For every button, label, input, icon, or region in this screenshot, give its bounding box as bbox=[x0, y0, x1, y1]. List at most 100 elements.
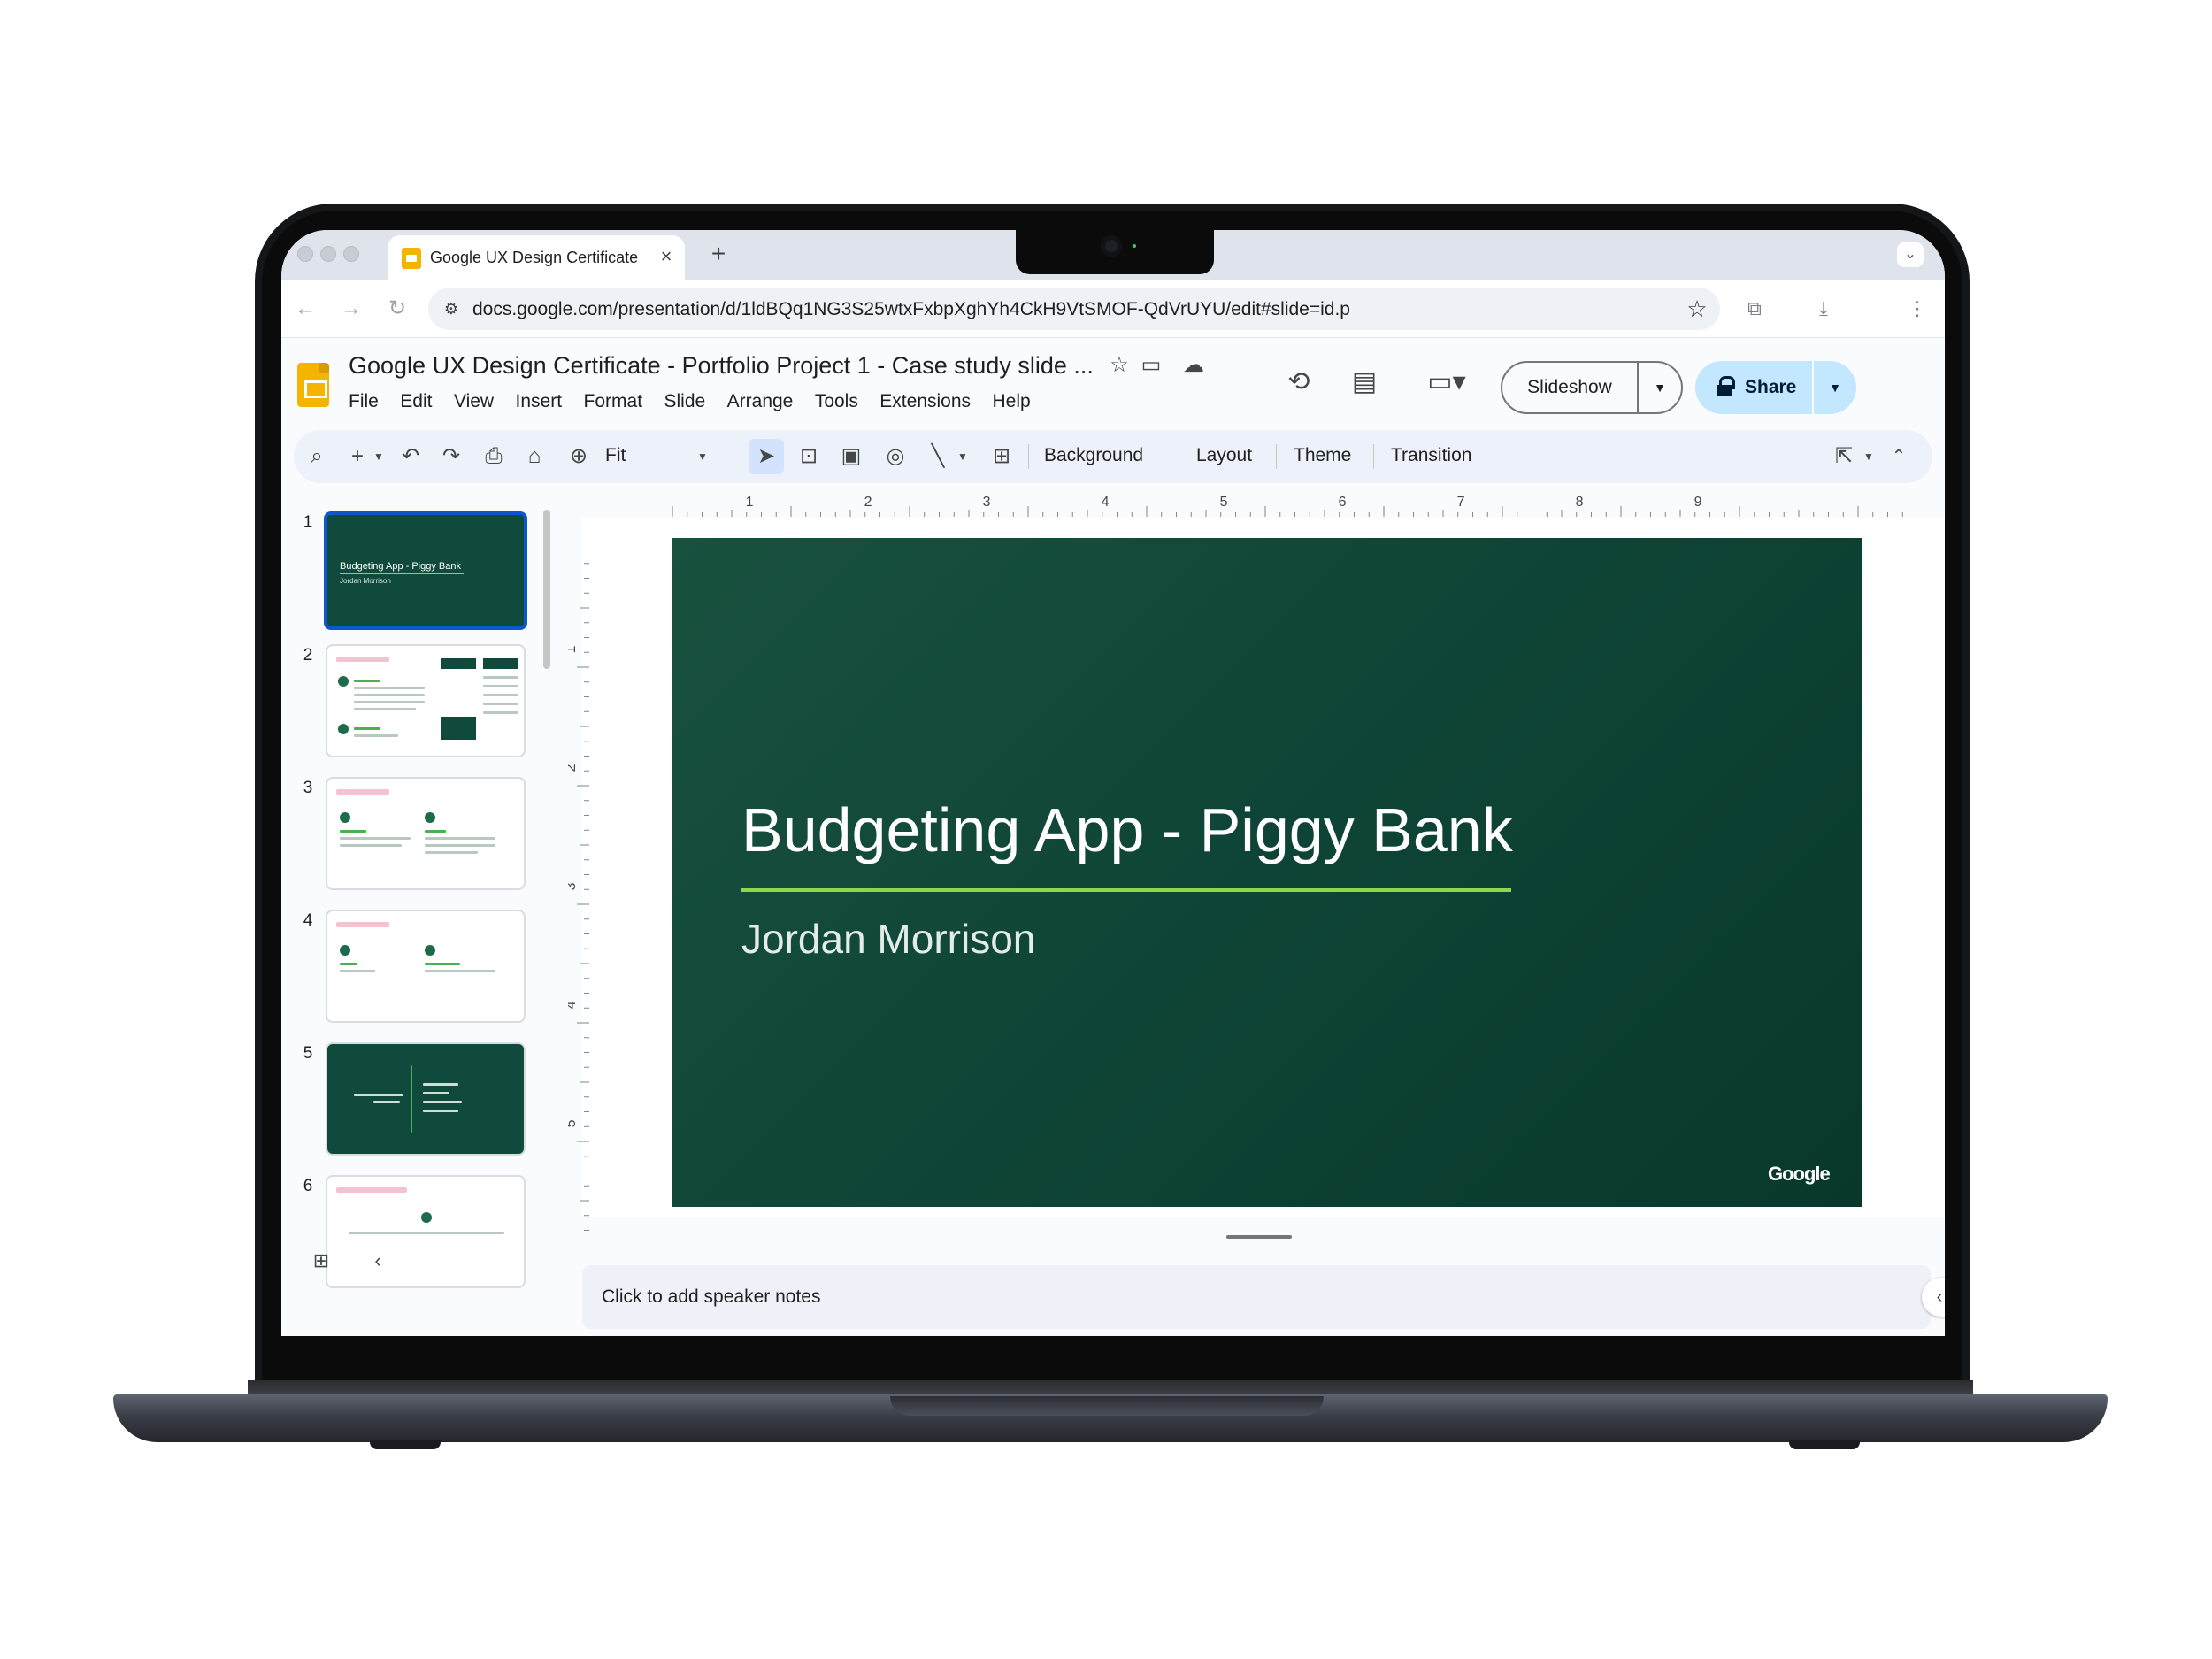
menu-edit[interactable]: Edit bbox=[400, 391, 432, 412]
browser-menu-icon[interactable]: ⋮ bbox=[1904, 296, 1931, 322]
slideshow-label[interactable]: Slideshow bbox=[1502, 363, 1637, 412]
menu-extensions[interactable]: Extensions bbox=[879, 391, 971, 412]
current-slide[interactable]: Budgeting App - Piggy Bank Jordan Morris… bbox=[672, 538, 1862, 1207]
new-slide-dropdown-icon[interactable]: ▼ bbox=[365, 442, 393, 471]
search-menus-icon[interactable]: ⌕ bbox=[303, 442, 331, 471]
download-icon[interactable]: ⤓ bbox=[1810, 296, 1837, 322]
undo-icon[interactable]: ↶ bbox=[396, 442, 425, 471]
zoom-dropdown-icon[interactable]: ▼ bbox=[688, 442, 717, 471]
share-label[interactable]: Share bbox=[1745, 361, 1796, 414]
ruler-label: 6 bbox=[1339, 495, 1347, 510]
star-icon[interactable]: ☆ bbox=[1106, 352, 1133, 379]
collapse-toolbar-icon[interactable]: ⌃ bbox=[1885, 442, 1913, 471]
slide-thumbnail-6[interactable] bbox=[326, 1175, 526, 1288]
notes-resize-handle[interactable] bbox=[1226, 1235, 1292, 1239]
menu-tools[interactable]: Tools bbox=[815, 391, 858, 412]
comments-icon[interactable]: ▤ bbox=[1347, 365, 1382, 400]
thumbnail-text bbox=[354, 1094, 403, 1096]
collapse-filmstrip-chevron-icon[interactable]: ‹ bbox=[365, 1248, 391, 1274]
print-icon[interactable]: ⎙ bbox=[480, 442, 508, 471]
forward-arrow-icon[interactable]: → bbox=[338, 296, 365, 322]
layout-button[interactable]: Layout bbox=[1196, 445, 1252, 466]
url-text[interactable]: docs.google.com/presentation/d/1ldBQq1NG… bbox=[472, 299, 1350, 320]
meet-camera-icon[interactable]: ▭▾ bbox=[1416, 365, 1478, 400]
bookmark-star-icon[interactable]: ☆ bbox=[1683, 295, 1711, 323]
thumbnail-text bbox=[483, 703, 518, 705]
menu-view[interactable]: View bbox=[454, 391, 494, 412]
tab-search-chevron-icon[interactable]: ⌄ bbox=[1897, 242, 1924, 267]
slideshow-dropdown-icon[interactable]: ▼ bbox=[1637, 363, 1681, 412]
share-button[interactable]: Share ▼ bbox=[1695, 361, 1856, 414]
text-box-icon[interactable]: ⊡ bbox=[795, 442, 823, 471]
thumbnail-heading bbox=[336, 657, 389, 662]
reload-icon[interactable]: ↻ bbox=[384, 296, 411, 322]
thumbnail-text bbox=[340, 970, 375, 972]
slide-subtitle[interactable]: Jordan Morrison bbox=[741, 915, 1035, 963]
speaker-notes[interactable]: Click to add speaker notes bbox=[582, 1265, 1931, 1329]
slide-thumbnail-4[interactable] bbox=[326, 910, 526, 1023]
theme-button[interactable]: Theme bbox=[1294, 445, 1351, 466]
ruler-label: 5 bbox=[568, 1119, 579, 1127]
grid-view-icon[interactable]: ⊞ bbox=[308, 1248, 334, 1274]
cloud-status-icon[interactable]: ☁ bbox=[1180, 352, 1207, 379]
thumbnail-text bbox=[425, 844, 495, 847]
slide-thumbnail-1[interactable]: Budgeting App - Piggy Bank Jordan Morris… bbox=[324, 511, 527, 630]
slideshow-button[interactable]: Slideshow ▼ bbox=[1501, 361, 1683, 414]
line-dropdown-icon[interactable]: ▼ bbox=[949, 442, 977, 471]
menubar: File Edit View Insert Format Slide Arran… bbox=[349, 391, 1048, 414]
menu-slide[interactable]: Slide bbox=[664, 391, 705, 412]
browser-tab-active[interactable]: Google UX Design Certificate × bbox=[388, 235, 685, 280]
ruler-label: 2 bbox=[568, 764, 579, 772]
minimize-window-dot[interactable] bbox=[320, 246, 336, 262]
image-icon[interactable]: ▣ bbox=[837, 442, 865, 471]
vertical-ruler[interactable]: 1 2 3 4 5 bbox=[568, 549, 591, 1239]
pointer-dropdown-icon[interactable]: ▼ bbox=[1855, 442, 1883, 471]
slide-thumbnail-5[interactable] bbox=[326, 1042, 526, 1156]
slide-number: 5 bbox=[303, 1044, 313, 1063]
slide-thumbnail-2[interactable] bbox=[326, 644, 526, 757]
select-cursor-icon[interactable]: ➤ bbox=[752, 442, 780, 471]
move-folder-icon[interactable]: ▭ bbox=[1138, 352, 1164, 379]
thumbnail-phone-header bbox=[483, 658, 518, 669]
site-info-icon[interactable]: ⚙ bbox=[441, 298, 462, 319]
slide-thumbnail-3[interactable] bbox=[326, 777, 526, 890]
paint-format-icon[interactable]: ⌂ bbox=[520, 442, 549, 471]
shape-icon[interactable]: ◎ bbox=[881, 442, 910, 471]
close-window-dot[interactable] bbox=[297, 246, 313, 262]
zoom-icon[interactable]: ⊕ bbox=[565, 442, 593, 471]
new-tab-button[interactable]: + bbox=[706, 242, 731, 266]
version-history-icon[interactable]: ⟲ bbox=[1281, 365, 1317, 400]
document-title[interactable]: Google UX Design Certificate - Portfolio… bbox=[349, 352, 1094, 380]
thumbnail-text bbox=[354, 701, 425, 703]
slides-logo-icon[interactable] bbox=[297, 363, 329, 407]
laptop-foot-right bbox=[1789, 1440, 1860, 1449]
thumbnail-text bbox=[425, 970, 495, 972]
menu-format[interactable]: Format bbox=[584, 391, 643, 412]
laptop-opening-notch bbox=[890, 1396, 1324, 1416]
filmstrip-scrollbar[interactable] bbox=[543, 510, 550, 669]
share-dropdown-icon[interactable]: ▼ bbox=[1812, 361, 1856, 414]
thumbnail-text bbox=[423, 1110, 458, 1112]
add-comment-icon[interactable]: ⊞ bbox=[987, 442, 1016, 471]
slide-filmstrip: 1 Budgeting App - Piggy Bank Jordan Morr… bbox=[281, 492, 556, 1336]
menu-insert[interactable]: Insert bbox=[516, 391, 563, 412]
speaker-notes-placeholder[interactable]: Click to add speaker notes bbox=[602, 1286, 820, 1308]
thumbnail-title: Budgeting App - Piggy Bank bbox=[340, 561, 461, 572]
menu-file[interactable]: File bbox=[349, 391, 379, 412]
slide-title[interactable]: Budgeting App - Piggy Bank bbox=[741, 795, 1513, 865]
thumbnail-text bbox=[483, 685, 518, 687]
ruler-label: 2 bbox=[864, 495, 872, 510]
redo-icon[interactable]: ↷ bbox=[437, 442, 465, 471]
menu-help[interactable]: Help bbox=[992, 391, 1030, 412]
transition-button[interactable]: Transition bbox=[1391, 445, 1471, 466]
extensions-puzzle-icon[interactable]: ⧉ bbox=[1741, 296, 1768, 322]
horizontal-ruler[interactable]: 1 2 3 4 5 6 7 8 9 bbox=[662, 495, 1936, 518]
thumbnail-rule bbox=[340, 573, 464, 574]
maximize-window-dot[interactable] bbox=[343, 246, 359, 262]
menu-arrange[interactable]: Arrange bbox=[727, 391, 794, 412]
background-button[interactable]: Background bbox=[1044, 445, 1143, 466]
address-bar[interactable]: ⚙ docs.google.com/presentation/d/1ldBQq1… bbox=[428, 288, 1720, 330]
zoom-select[interactable]: Fit bbox=[605, 445, 626, 466]
back-arrow-icon[interactable]: ← bbox=[292, 296, 319, 322]
tab-close-icon[interactable]: × bbox=[655, 245, 678, 268]
